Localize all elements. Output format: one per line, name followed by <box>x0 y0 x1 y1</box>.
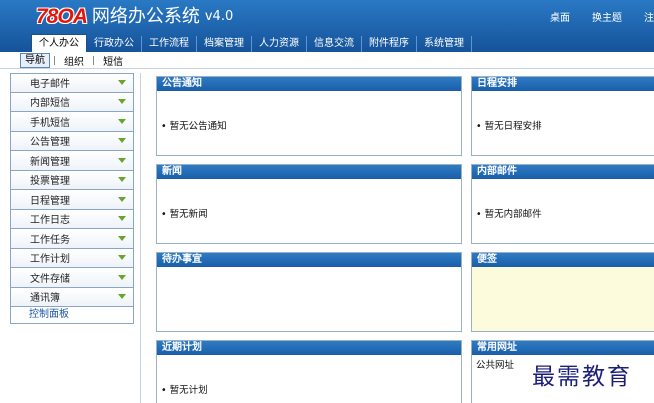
chevron-down-icon <box>118 80 126 86</box>
subnav-divider <box>0 68 654 69</box>
sub-navigation: 导航 | 组织 | 短信 <box>0 52 654 69</box>
tab-attachments[interactable]: 附件程序 <box>362 36 417 52</box>
sidebar-item-work-log[interactable]: 工作日志 <box>10 209 134 229</box>
sidebar-item-mobile-sms[interactable]: 手机短信 <box>10 112 134 132</box>
app-header: 78OA 网络办公系统 v4.0 桌面 换主题 注 个人办公 行政办公 工作流程… <box>0 0 654 52</box>
panel-title[interactable]: 常用网址 <box>472 341 654 355</box>
tab-communication[interactable]: 信息交流 <box>307 36 362 52</box>
sidebar-item-control-panel[interactable]: 控制面板 <box>10 307 134 324</box>
note-panel: 便签 <box>471 252 654 332</box>
logo-mark: 78OA <box>36 5 88 28</box>
sidebar-item-label: 日程管理 <box>30 195 70 207</box>
sidebar-item-label: 工作任务 <box>30 234 70 246</box>
subnav-navigation[interactable]: 导航 <box>20 53 50 68</box>
sidebar-item-address-book[interactable]: 通讯簿 <box>10 287 134 307</box>
schedule-panel: 日程安排 • 暂无日程安排 <box>471 76 654 156</box>
chevron-down-icon <box>118 157 126 163</box>
tab-admin[interactable]: 行政办公 <box>87 36 142 52</box>
panel-empty-text: • 暂无内部邮件 <box>476 209 542 220</box>
sidebar-item-work-plan[interactable]: 工作计划 <box>10 248 134 268</box>
todo-panel: 待办事宜 <box>156 252 462 332</box>
logout-link[interactable]: 注 <box>644 9 654 24</box>
main-tabs: 个人办公 行政办公 工作流程 档案管理 人力资源 信息交流 附件程序 系统管理 <box>31 34 472 52</box>
desktop-link[interactable]: 桌面 <box>550 9 570 24</box>
sidebar-item-label: 公告管理 <box>30 137 70 149</box>
note-body[interactable] <box>472 267 654 331</box>
panel-title[interactable]: 新闻 <box>157 165 461 179</box>
public-links-label[interactable]: 公共网址 <box>476 357 514 371</box>
sidebar-item-announcements[interactable]: 公告管理 <box>10 131 134 151</box>
sidebar-item-tasks[interactable]: 工作任务 <box>10 229 134 249</box>
sidebar-item-file-storage[interactable]: 文件存储 <box>10 268 134 288</box>
sidebar-item-label: 内部短信 <box>30 98 70 110</box>
subnav-organization[interactable]: 组织 <box>59 53 89 68</box>
todo-body <box>157 267 461 331</box>
sidebar-item-label: 投票管理 <box>30 176 70 188</box>
panel-empty-text: • 暂无新闻 <box>161 209 208 220</box>
chevron-down-icon <box>118 118 126 124</box>
app-logo: 78OA 网络办公系统 v4.0 <box>36 6 233 28</box>
sidebar-item-internal-sms[interactable]: 内部短信 <box>10 92 134 112</box>
top-links: 桌面 换主题 注 <box>528 9 654 24</box>
chevron-down-icon <box>118 196 126 202</box>
plan-panel: 近期计划 • 暂无计划 <box>156 340 462 403</box>
chevron-down-icon <box>118 294 126 300</box>
mail-panel: 内部邮件 • 暂无内部邮件 <box>471 164 654 244</box>
tab-system[interactable]: 系统管理 <box>417 36 472 52</box>
chevron-down-icon <box>118 255 126 261</box>
sidebar-item-label: 电子邮件 <box>30 79 70 91</box>
sidebar-item-votes[interactable]: 投票管理 <box>10 170 134 190</box>
watermark-text: 最需教育 <box>532 364 632 390</box>
panel-title[interactable]: 待办事宜 <box>157 253 461 267</box>
panel-title[interactable]: 日程安排 <box>472 77 654 91</box>
sidebar-item-news[interactable]: 新闻管理 <box>10 151 134 171</box>
panel-empty-text: • 暂无日程安排 <box>476 121 542 132</box>
sidebar-item-label: 工作计划 <box>30 254 70 266</box>
change-theme-link[interactable]: 换主题 <box>592 9 622 24</box>
chevron-down-icon <box>118 177 126 183</box>
panel-title[interactable]: 便签 <box>472 253 654 267</box>
chevron-down-icon <box>118 216 126 222</box>
tab-personal[interactable]: 个人办公 <box>31 34 87 52</box>
tab-hr[interactable]: 人力资源 <box>252 36 307 52</box>
news-panel: 新闻 • 暂无新闻 <box>156 164 462 244</box>
sidebar-item-label: 手机短信 <box>30 117 70 129</box>
chevron-down-icon <box>118 235 126 241</box>
panel-empty-text: • 暂无计划 <box>161 385 208 396</box>
subnav-sms[interactable]: 短信 <box>98 53 128 68</box>
sidebar-item-label: 文件存储 <box>30 273 70 285</box>
sidebar-menu: 电子邮件 内部短信 手机短信 公告管理 新闻管理 投票管理 日程管理 工作日志 … <box>10 73 134 324</box>
chevron-down-icon <box>118 99 126 105</box>
subnav-separator: | <box>92 55 96 66</box>
panel-title[interactable]: 内部邮件 <box>472 165 654 179</box>
tab-workflow[interactable]: 工作流程 <box>142 36 197 52</box>
subnav-separator: | <box>53 55 57 66</box>
panel-title[interactable]: 近期计划 <box>157 341 461 355</box>
sidebar-item-email[interactable]: 电子邮件 <box>10 73 134 93</box>
panel-empty-text: • 暂无公告通知 <box>161 121 227 132</box>
tab-archives[interactable]: 档案管理 <box>197 36 252 52</box>
chevron-down-icon <box>118 274 126 280</box>
announce-panel: 公告通知 • 暂无公告通知 <box>156 76 462 156</box>
sidebar-item-label: 工作日志 <box>30 215 70 227</box>
sidebar-item-schedule[interactable]: 日程管理 <box>10 190 134 210</box>
chevron-down-icon <box>118 138 126 144</box>
sidebar-item-label: 通讯簿 <box>30 293 60 305</box>
app-version: v4.0 <box>204 9 234 24</box>
sidebar-item-label: 新闻管理 <box>30 156 70 168</box>
app-title: 网络办公系统 <box>91 6 200 27</box>
sidebar-divider <box>140 73 141 403</box>
panel-title[interactable]: 公告通知 <box>157 77 461 91</box>
